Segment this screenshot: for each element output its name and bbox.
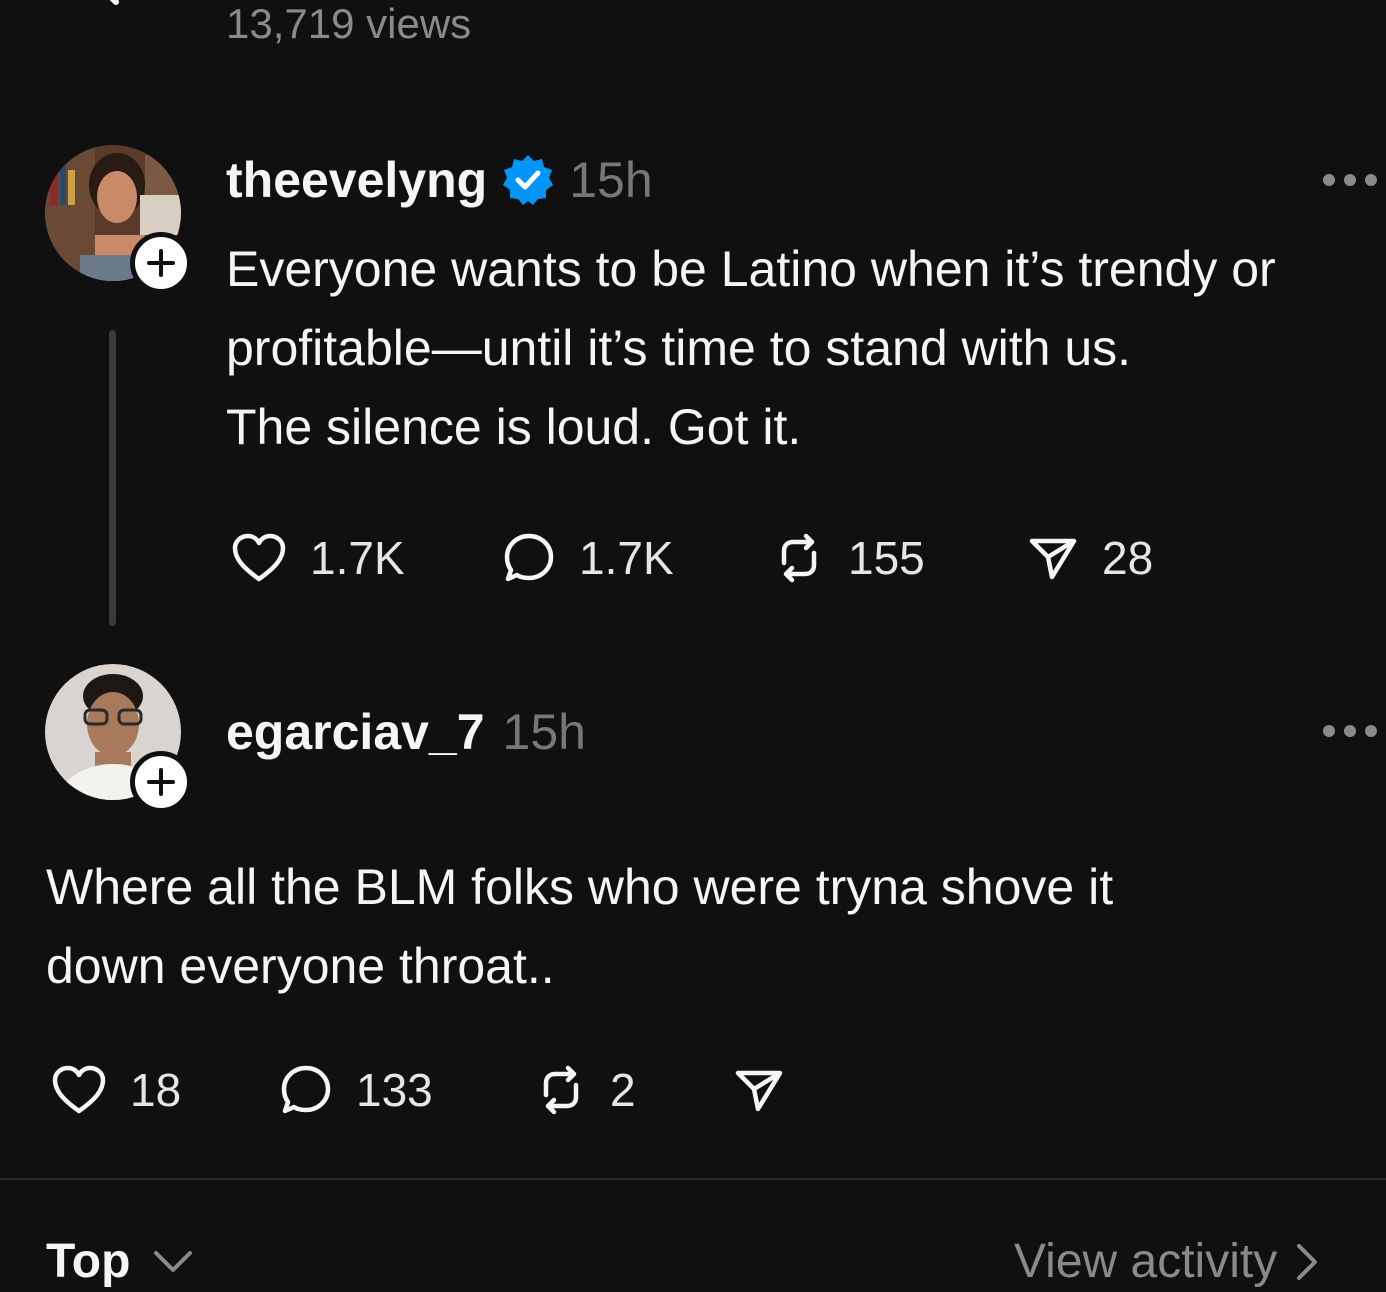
repost-button[interactable]: 2: [536, 1060, 636, 1120]
post-header: theevelyng 15h: [226, 150, 653, 210]
comment-icon: [281, 1065, 331, 1114]
post-body-line: The silence is loud. Got it.: [226, 399, 802, 455]
repost-icon: [543, 1065, 579, 1115]
post-time: 15h: [569, 152, 653, 208]
send-icon: [1029, 538, 1077, 580]
verified-badge-icon: [501, 153, 555, 207]
post-header: egarciav_7 15h: [226, 702, 586, 762]
reply-button[interactable]: 1.7K: [503, 528, 674, 588]
like-button[interactable]: 1.7K: [232, 528, 405, 588]
reply-count: 133: [356, 1064, 433, 1116]
comment-icon: [504, 533, 554, 582]
heart-icon: [232, 533, 286, 582]
share-button[interactable]: 28: [1028, 528, 1153, 588]
post-body: Everyone wants to be Latino when it’s tr…: [226, 230, 1276, 467]
repost-icon: [781, 533, 817, 583]
like-button[interactable]: 18: [52, 1060, 181, 1120]
share-button[interactable]: [734, 1060, 808, 1120]
more-options-icon[interactable]: [1322, 724, 1378, 738]
sort-dropdown[interactable]: Top: [46, 1232, 194, 1292]
username[interactable]: theevelyng: [226, 150, 487, 210]
username[interactable]: egarciav_7: [226, 702, 485, 762]
divider: [0, 1178, 1386, 1180]
send-icon: [735, 1070, 783, 1112]
post-body-line: down everyone throat..: [46, 938, 555, 994]
thread-line: [109, 330, 116, 626]
views-count: 13,719 views: [226, 0, 472, 47]
repost-button[interactable]: 155: [774, 528, 925, 588]
post-time: 15h: [502, 704, 586, 760]
repost-count: 2: [610, 1064, 636, 1116]
chevron-down-icon: [154, 1251, 193, 1272]
follow-plus-icon[interactable]: [130, 232, 192, 294]
post-body-line: Everyone wants to be Latino when it’s tr…: [226, 241, 1276, 297]
view-activity-link[interactable]: View activity: [1014, 1232, 1319, 1292]
like-count: 18: [130, 1064, 182, 1116]
post-body: Where all the BLM folks who were tryna s…: [46, 848, 1113, 1006]
view-activity-label: View activity: [1014, 1235, 1278, 1288]
back-chevron-icon[interactable]: [88, 0, 128, 6]
reply-button[interactable]: 133: [280, 1060, 433, 1120]
like-count: 1.7K: [310, 532, 405, 584]
post-body-line: profitable—until it’s time to stand with…: [226, 320, 1132, 376]
options-icon[interactable]: [1318, 0, 1358, 8]
post-body-line: Where all the BLM folks who were tryna s…: [46, 859, 1114, 915]
sort-label: Top: [46, 1235, 131, 1288]
more-options-icon[interactable]: [1322, 173, 1378, 187]
heart-icon: [52, 1065, 106, 1114]
reply-count: 1.7K: [579, 532, 674, 584]
repost-count: 155: [848, 532, 925, 584]
follow-plus-icon[interactable]: [130, 751, 192, 813]
chevron-right-icon: [1297, 1244, 1318, 1280]
share-count: 28: [1102, 532, 1154, 584]
